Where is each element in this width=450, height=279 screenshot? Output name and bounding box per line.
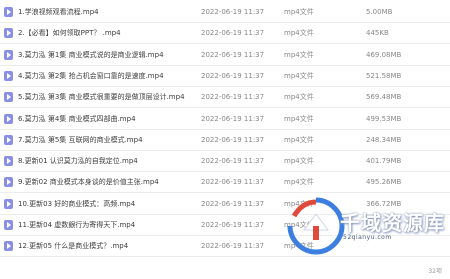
file-row[interactable]: 3.莫力泓 第1集 商业模式说的是商业逻辑.mp4 2022-06-19 11:3…	[0, 45, 450, 66]
file-type: mp4文件	[284, 178, 314, 187]
watermark: 千域资源库 52qianyu.com	[286, 196, 450, 264]
file-type: mp4文件	[284, 29, 314, 38]
file-date: 2022-06-19 11:37	[201, 71, 265, 80]
video-file-icon	[4, 134, 13, 145]
watermark-url: 52qianyu.com	[343, 234, 392, 241]
file-type: mp4文件	[284, 71, 314, 80]
video-file-icon	[4, 198, 13, 209]
file-size: 248.34MB	[366, 135, 402, 144]
file-size: 5.00MB	[366, 8, 393, 16]
video-file-icon	[4, 92, 13, 103]
file-size: 569.48MB	[366, 93, 402, 102]
file-name: 6.莫力泓 第4集 商业模式四部曲.mp4	[18, 114, 136, 123]
file-name: 4.莫力泓 第2集 抢占机会窗口靠的是速度.mp4	[18, 71, 164, 80]
file-size: 495.26MB	[366, 178, 402, 187]
file-type: mp4文件	[284, 50, 314, 59]
file-date: 2022-06-19 11:37	[201, 135, 265, 144]
file-size: 499.53MB	[366, 114, 402, 123]
file-date: 2022-06-19 11:37	[201, 93, 265, 102]
file-name: 5.莫力泓 第3集 商业模式很重要的是做顶层设计.mp4	[18, 93, 185, 102]
file-size: 445KB	[366, 29, 389, 38]
file-row[interactable]: 1.学浪视频观看流程.mp4 2022-06-19 11:37 mp4文件 5.00M…	[0, 2, 450, 23]
file-date: 2022-06-19 11:37	[201, 157, 265, 166]
file-row[interactable]: 4.莫力泓 第2集 抢占机会窗口靠的是速度.mp4 2022-06-19 11:3…	[0, 66, 450, 87]
file-date: 2022-06-19 11:37	[201, 221, 265, 229]
file-row[interactable]: 2.【必看】如何领取PPT？ .mp4 2022-06-19 11:37 mp4文件…	[0, 23, 450, 45]
file-date: 2022-06-19 11:37	[201, 178, 265, 187]
video-file-icon	[4, 113, 13, 124]
file-name: 12.更新05 什么是商业模式？.mp4	[18, 242, 129, 251]
file-row[interactable]: 8.更新01 认识莫力泓的自我定位.mp4 2022-06-19 11:37 mp4…	[0, 151, 450, 173]
file-size: 469.08MB	[366, 50, 402, 59]
file-date: 2022-06-19 11:37	[201, 29, 265, 38]
watermark-logo-icon	[287, 197, 345, 255]
file-date: 2022-06-19 11:37	[201, 242, 265, 251]
file-date: 2022-06-19 11:37	[201, 114, 265, 123]
file-name: 2.【必看】如何领取PPT？ .mp4	[18, 29, 121, 38]
file-date: 2022-06-19 11:37	[201, 8, 265, 16]
file-size: 401.79MB	[366, 157, 402, 166]
file-date: 2022-06-19 11:37	[201, 50, 265, 59]
video-file-icon	[4, 70, 13, 81]
file-size: 521.58MB	[366, 71, 402, 80]
video-file-icon	[4, 49, 13, 60]
file-row[interactable]: 9.更新02 商业模式本身谈的是价值主张.mp4 2022-06-19 11:37…	[0, 172, 450, 194]
file-row[interactable]: 6.莫力泓 第4集 商业模式四部曲.mp4 2022-06-19 11:37 mp4…	[0, 109, 450, 130]
file-row[interactable]: 7.莫力泓 第5集 互联网的商业模式.mp4 2022-06-19 11:37 mp…	[0, 130, 450, 151]
video-file-icon	[4, 220, 13, 230]
file-name: 7.莫力泓 第5集 互联网的商业模式.mp4	[18, 135, 143, 144]
file-row[interactable]: 5.莫力泓 第3集 商业模式很重要的是做顶层设计.mp4 2022-06-19 1…	[0, 87, 450, 109]
file-name: 1.学浪视频观看流程.mp4	[18, 8, 99, 16]
file-type: mp4文件	[284, 93, 314, 102]
file-name: 3.莫力泓 第1集 商业模式说的是商业逻辑.mp4	[18, 50, 164, 59]
file-type: mp4文件	[284, 157, 314, 166]
file-type: mp4文件	[284, 135, 314, 144]
video-file-icon	[4, 177, 13, 188]
file-name: 9.更新02 商业模式本身谈的是价值主张.mp4	[18, 178, 159, 187]
file-name: 11.更新04 虚数銀行为寄得天下.mp4	[18, 221, 136, 229]
video-file-icon	[4, 28, 13, 39]
video-file-icon	[4, 156, 13, 167]
watermark-title: 千域资源库	[340, 211, 445, 235]
video-file-icon	[4, 241, 13, 252]
file-type: mp4文件	[284, 8, 314, 16]
file-name: 8.更新01 认识莫力泓的自我定位.mp4	[18, 157, 138, 166]
file-type: mp4文件	[284, 114, 314, 123]
file-name: 10.更新03 好的商业模式：高频.mp4	[18, 199, 136, 208]
file-date: 2022-06-19 11:37	[201, 199, 265, 208]
item-count: 32项	[428, 268, 442, 275]
video-file-icon	[4, 7, 13, 17]
